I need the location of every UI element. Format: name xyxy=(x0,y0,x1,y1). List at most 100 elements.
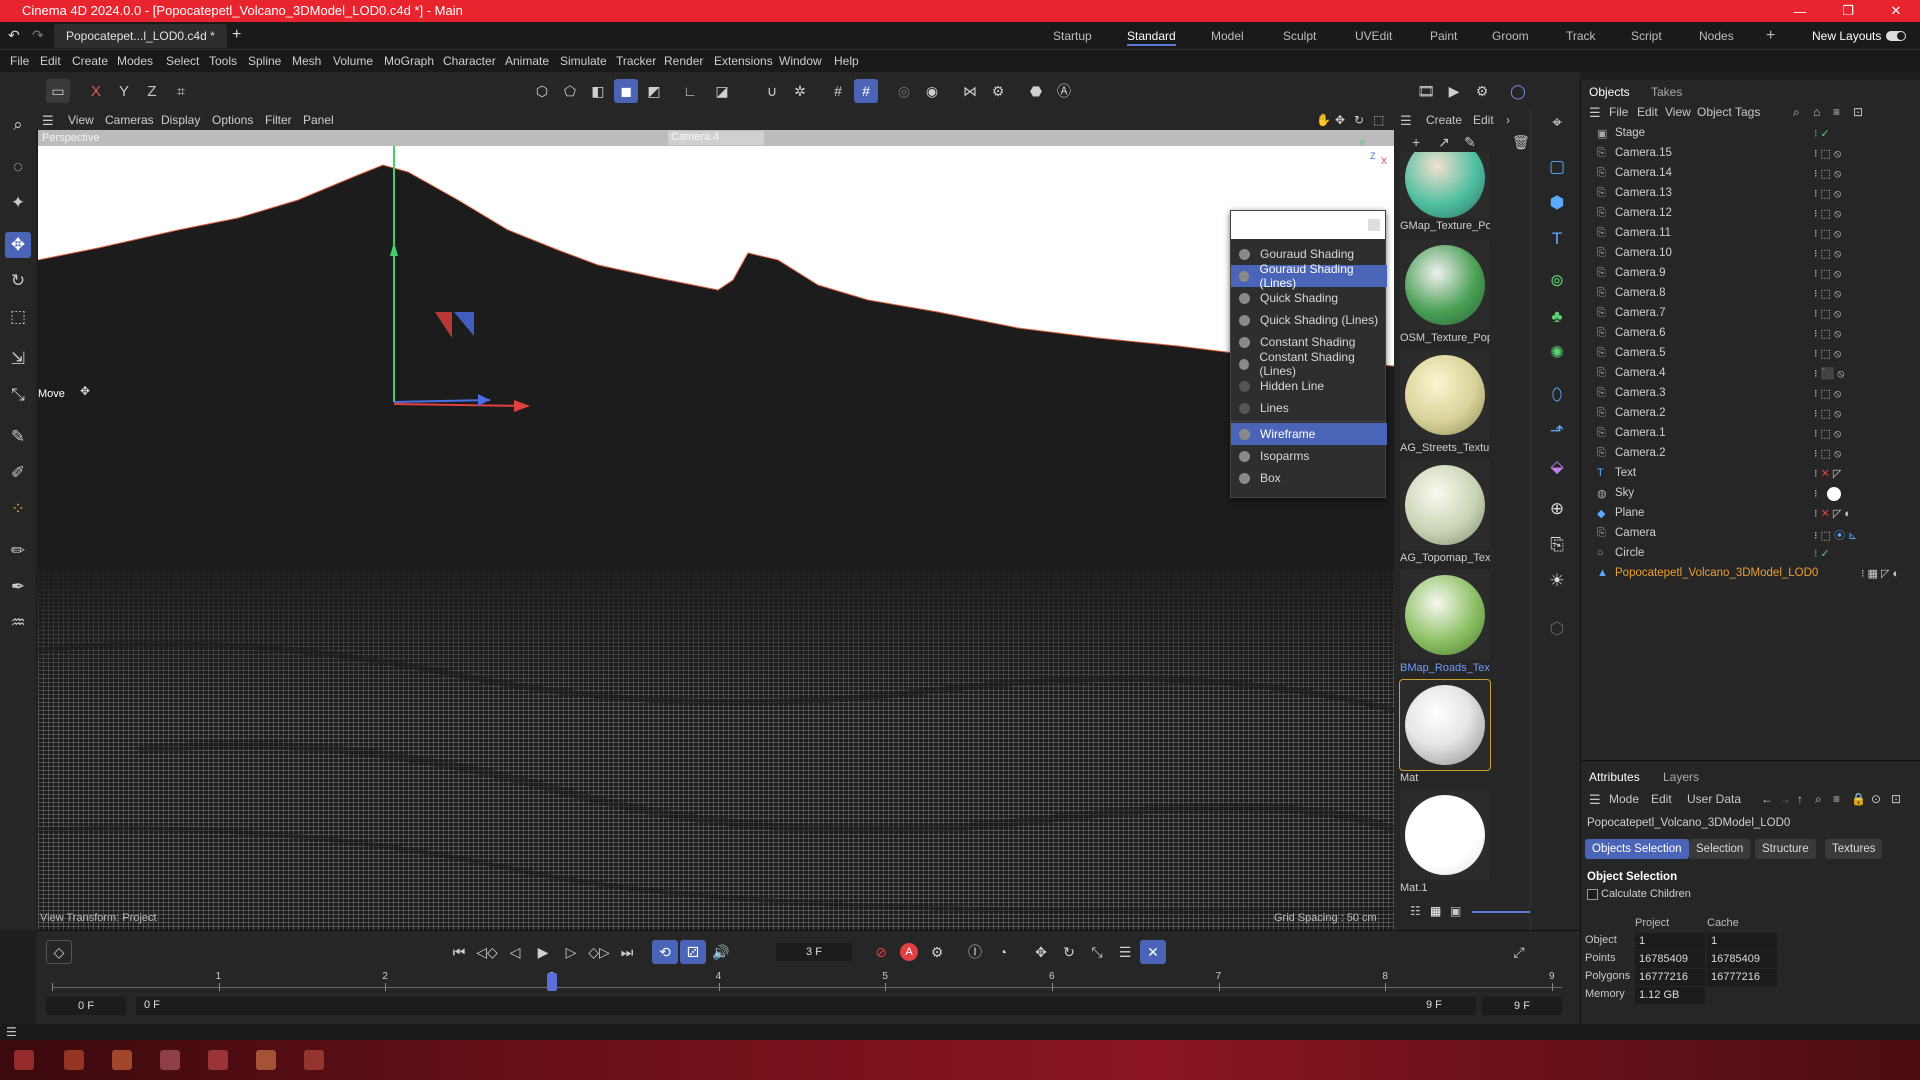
material-menu-icon[interactable]: ☰ xyxy=(1400,113,1412,129)
object-tags[interactable]: ⁝ ⬚ ⦸ xyxy=(1814,387,1841,401)
tab-attributes[interactable]: Attributes xyxy=(1589,767,1640,787)
tab-layers[interactable]: Layers xyxy=(1663,767,1699,787)
menu-item-quick[interactable]: Quick Shading xyxy=(1231,287,1387,309)
object-menu-icon[interactable]: ☰ xyxy=(1589,105,1601,121)
object-row-sky[interactable]: ◍ Sky ⁝ xyxy=(1581,484,1920,504)
spline-points-icon[interactable]: ⁘ xyxy=(5,496,31,522)
viewport-maximize-icon[interactable]: ⬚ xyxy=(1373,113,1384,127)
disabled-x-icon[interactable]: ✕ xyxy=(1821,508,1830,520)
keyframe-selection-icon[interactable]: Ⓘ xyxy=(962,940,988,964)
object-tags[interactable]: ⁝ ⬛ ⦸ xyxy=(1814,367,1844,381)
menu-volume[interactable]: Volume xyxy=(333,54,373,68)
material-swatch[interactable]: Mat xyxy=(1399,679,1491,784)
tag-icon[interactable]: ⬡ xyxy=(1544,616,1570,642)
grid-snap-icon[interactable]: # xyxy=(826,79,850,103)
object-search-icon[interactable]: ⌕ xyxy=(1793,105,1800,120)
render-view-icon[interactable]: ▶ xyxy=(1442,79,1466,103)
list-view-icon[interactable]: ☷ xyxy=(1410,904,1421,918)
redshift-icon[interactable]: ◯ xyxy=(1506,79,1530,103)
object-tags[interactable]: ⁝ ⬚ ⦸ xyxy=(1814,287,1841,301)
object-row-camera-7[interactable]: ⎘ Camera.7 ⁝ ⬚ ⦸ xyxy=(1581,304,1920,324)
end-frame-field[interactable]: 9 F xyxy=(1482,997,1562,1015)
camera-object-icon[interactable]: ⌖ xyxy=(1544,110,1570,136)
material-link-icon[interactable]: ↗ xyxy=(1438,134,1450,151)
attribute-menu-edit[interactable]: Edit xyxy=(1651,792,1672,806)
layout-startup[interactable]: Startup xyxy=(1053,26,1092,46)
target-tag-icon[interactable]: ⦿ ⊾ xyxy=(1834,530,1857,542)
motion-icon[interactable]: ◔ xyxy=(990,940,1016,964)
selection-tools-icon[interactable]: ✦ xyxy=(5,190,31,216)
menu-mograph[interactable]: MoGraph xyxy=(384,54,434,68)
object-tags[interactable]: ⁝ xyxy=(1814,487,1841,502)
search-icon[interactable]: ⌕ xyxy=(5,112,31,138)
auto-key-icon[interactable]: Ⓐ xyxy=(1052,79,1076,103)
workplane-snap-icon[interactable]: # xyxy=(854,79,878,103)
viewport-menu-display[interactable]: Display xyxy=(161,113,200,127)
attribute-menu-user-data[interactable]: User Data xyxy=(1687,792,1741,806)
enabled-check-icon[interactable]: ⁝ ✓ xyxy=(1814,127,1830,140)
object-row-camera-2[interactable]: ⎘ Camera.2 ⁝ ⬚ ⦸ xyxy=(1581,404,1920,424)
generator-icon[interactable]: ⊚ xyxy=(1544,268,1570,294)
record-icon[interactable]: ⊘ xyxy=(868,940,894,964)
layout-standard[interactable]: Standard xyxy=(1127,26,1176,46)
object-row-camera-14[interactable]: ⎘ Camera.14 ⁝ ⬚ ⦸ xyxy=(1581,164,1920,184)
timeline-editor-icon[interactable]: ⤢ xyxy=(1506,940,1532,964)
menu-simulate[interactable]: Simulate xyxy=(560,54,607,68)
material-swatch[interactable]: BMap_Roads_Text xyxy=(1400,570,1490,674)
object-row-camera-6[interactable]: ⎘ Camera.6 ⁝ ⬚ ⦸ xyxy=(1581,324,1920,344)
object-row-text[interactable]: T Text ⁝ ✕ ◸ xyxy=(1581,464,1920,484)
menu-help[interactable]: Help xyxy=(834,54,859,68)
volume-icon[interactable]: ⬙ xyxy=(1544,454,1570,480)
attribute-menu-icon[interactable]: ☰ xyxy=(1589,792,1601,808)
spline-icon[interactable]: ⬯ xyxy=(1544,382,1570,408)
material-swatch[interactable]: AG_Streets_Textur xyxy=(1400,350,1490,454)
menu-modes[interactable]: Modes xyxy=(117,54,153,68)
menu-item-hidden-line[interactable]: Hidden Line xyxy=(1231,375,1387,397)
taskbar-app-icon[interactable] xyxy=(256,1050,276,1070)
add-material-icon[interactable]: + xyxy=(1412,134,1420,150)
brush-icon[interactable]: ✏ xyxy=(5,538,31,564)
lock-icon[interactable]: 🔒 xyxy=(1851,792,1866,806)
menu-tools[interactable]: Tools xyxy=(209,54,237,68)
position-key-icon[interactable]: ✥ xyxy=(1028,940,1054,964)
object-menu-tags[interactable]: Tags xyxy=(1735,105,1760,119)
eyedropper-icon[interactable]: ✎ xyxy=(1464,134,1476,151)
attribute-menu-mode[interactable]: Mode xyxy=(1609,792,1639,806)
material-swatch[interactable]: Mat.1 xyxy=(1400,790,1490,894)
symmetry-settings-icon[interactable]: ⚙ xyxy=(986,79,1010,103)
new-document-button[interactable]: + xyxy=(232,26,241,44)
attribute-settings-icon[interactable]: ⊙ xyxy=(1871,792,1881,806)
scene-icon[interactable]: ⊕ xyxy=(1544,496,1570,522)
deformer-icon[interactable]: ✺ xyxy=(1544,340,1570,366)
text-object-icon[interactable]: T xyxy=(1544,226,1570,252)
render-region-icon[interactable]: 🎞 xyxy=(1414,79,1438,103)
loop-icon[interactable]: ⟲ xyxy=(652,940,678,964)
taskbar-app-icon[interactable] xyxy=(64,1050,84,1070)
object-row-camera-12[interactable]: ⎘ Camera.12 ⁝ ⬚ ⦸ xyxy=(1581,204,1920,224)
object-row-camera-5[interactable]: ⎘ Camera.5 ⁝ ⬚ ⦸ xyxy=(1581,344,1920,364)
grid-view-icon[interactable]: ▦ xyxy=(1430,904,1441,918)
camera-add-icon[interactable]: ⎘ xyxy=(1544,532,1570,558)
menu-animate[interactable]: Animate xyxy=(505,54,549,68)
axis-mode-icon[interactable]: ∟ xyxy=(678,79,702,103)
edges-mode-icon[interactable]: ⬠ xyxy=(558,79,582,103)
viewport-camera-label[interactable]: Camera.4 xyxy=(668,131,764,145)
object-tags[interactable]: ⁝ ⬚ ⦸ xyxy=(1814,167,1841,181)
calculate-children-checkbox[interactable] xyxy=(1587,889,1598,900)
knife-icon[interactable]: ✒ xyxy=(5,574,31,600)
menu-item-gouraud-lines[interactable]: Gouraud Shading (Lines) xyxy=(1231,262,1387,290)
auto-key-button[interactable]: A xyxy=(896,940,922,964)
attribute-search-icon[interactable]: ⌕ xyxy=(1815,792,1822,807)
object-row-camera-10[interactable]: ⎘ Camera.10 ⁝ ⬚ ⦸ xyxy=(1581,244,1920,264)
previous-key-icon[interactable]: ◁◇ xyxy=(474,940,500,964)
spline-tools-icon[interactable]: ✐ xyxy=(5,460,31,486)
object-new-window-icon[interactable]: ⊡ xyxy=(1853,105,1863,119)
attribute-filter-icon[interactable]: ≡ xyxy=(1833,792,1840,806)
object-tags[interactable]: ⁝ ⬚ ⦸ xyxy=(1814,247,1841,261)
menu-item-box[interactable]: Box xyxy=(1231,467,1387,489)
uv-mode-icon[interactable]: ◪ xyxy=(710,79,734,103)
transform-tool-icon[interactable]: ⇲ xyxy=(5,346,31,372)
points-mode-icon[interactable]: ⬡ xyxy=(530,79,554,103)
material-menu-create[interactable]: Create xyxy=(1426,113,1462,127)
scale-tool-icon[interactable]: ⬚ xyxy=(5,304,31,330)
